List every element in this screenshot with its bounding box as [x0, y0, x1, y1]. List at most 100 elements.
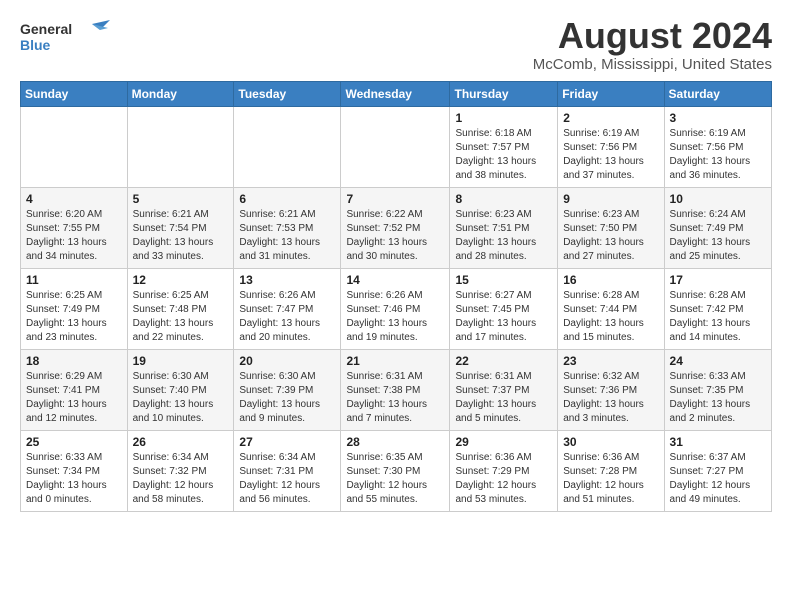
calendar-cell: 22 Sunrise: 6:31 AM Sunset: 7:37 PM Dayli… — [450, 349, 558, 430]
calendar-cell: 2 Sunrise: 6:19 AM Sunset: 7:56 PM Daylig… — [558, 106, 664, 187]
calendar-cell: 3Sunrise: 6:19 AM Sunset: 7:56 PM Daylig… — [664, 106, 771, 187]
calendar-cell: 29 Sunrise: 6:36 AM Sunset: 7:29 PM Dayli… — [450, 430, 558, 511]
calendar-week-row: 25Sunrise: 6:33 AM Sunset: 7:34 PM Dayli… — [21, 430, 772, 511]
day-number: 1 — [455, 111, 552, 125]
day-info: Sunrise: 6:34 AM Sunset: 7:31 PM Dayligh… — [239, 451, 335, 507]
calendar-cell: 31 Sunrise: 6:37 AM Sunset: 7:27 PM Dayli… — [664, 430, 771, 511]
day-info: Sunrise: 6:33 AM Sunset: 7:34 PM Dayligh… — [26, 451, 122, 507]
svg-text:Blue: Blue — [20, 37, 51, 53]
weekday-header: Monday — [127, 81, 234, 106]
day-number: 29 — [455, 435, 552, 449]
calendar-week-row: 18Sunrise: 6:29 AM Sunset: 7:41 PM Dayli… — [21, 349, 772, 430]
weekday-header: Thursday — [450, 81, 558, 106]
day-info: Sunrise: 6:18 AM Sunset: 7:57 PM Dayligh… — [455, 127, 552, 183]
calendar-cell — [234, 106, 341, 187]
calendar-cell: 24Sunrise: 6:33 AM Sunset: 7:35 PM Dayli… — [664, 349, 771, 430]
day-info: Sunrise: 6:23 AM Sunset: 7:50 PM Dayligh… — [563, 208, 658, 264]
calendar-cell: 18Sunrise: 6:29 AM Sunset: 7:41 PM Dayli… — [21, 349, 128, 430]
day-info: Sunrise: 6:28 AM Sunset: 7:42 PM Dayligh… — [670, 289, 766, 345]
calendar-cell: 23 Sunrise: 6:32 AM Sunset: 7:36 PM Dayli… — [558, 349, 664, 430]
svg-text:General: General — [20, 21, 72, 37]
weekday-header: Tuesday — [234, 81, 341, 106]
day-info: Sunrise: 6:35 AM Sunset: 7:30 PM Dayligh… — [346, 451, 444, 507]
calendar-cell: 26Sunrise: 6:34 AM Sunset: 7:32 PM Dayli… — [127, 430, 234, 511]
calendar-week-row: 4Sunrise: 6:20 AM Sunset: 7:55 PM Daylig… — [21, 187, 772, 268]
day-info: Sunrise: 6:22 AM Sunset: 7:52 PM Dayligh… — [346, 208, 444, 264]
calendar-cell: 28 Sunrise: 6:35 AM Sunset: 7:30 PM Dayli… — [341, 430, 450, 511]
day-number: 11 — [26, 273, 122, 287]
calendar-cell: 30 Sunrise: 6:36 AM Sunset: 7:28 PM Dayli… — [558, 430, 664, 511]
calendar-cell: 6Sunrise: 6:21 AM Sunset: 7:53 PM Daylig… — [234, 187, 341, 268]
day-number: 13 — [239, 273, 335, 287]
day-number: 28 — [346, 435, 444, 449]
day-number: 19 — [133, 354, 229, 368]
weekday-header: Sunday — [21, 81, 128, 106]
calendar-title: August 2024 — [533, 16, 772, 56]
day-info: Sunrise: 6:21 AM Sunset: 7:54 PM Dayligh… — [133, 208, 229, 264]
day-info: Sunrise: 6:24 AM Sunset: 7:49 PM Dayligh… — [670, 208, 766, 264]
day-number: 7 — [346, 192, 444, 206]
day-info: Sunrise: 6:19 AM Sunset: 7:56 PM Dayligh… — [563, 127, 658, 183]
day-info: Sunrise: 6:20 AM Sunset: 7:55 PM Dayligh… — [26, 208, 122, 264]
day-number: 12 — [133, 273, 229, 287]
day-info: Sunrise: 6:34 AM Sunset: 7:32 PM Dayligh… — [133, 451, 229, 507]
day-number: 22 — [455, 354, 552, 368]
calendar-week-row: 1 Sunrise: 6:18 AM Sunset: 7:57 PM Daylig… — [21, 106, 772, 187]
calendar-cell: 10 Sunrise: 6:24 AM Sunset: 7:49 PM Dayli… — [664, 187, 771, 268]
calendar-cell: 14Sunrise: 6:26 AM Sunset: 7:46 PM Dayli… — [341, 268, 450, 349]
day-number: 2 — [563, 111, 658, 125]
logo-icon: General Blue — [20, 16, 110, 56]
calendar-cell: 13Sunrise: 6:26 AM Sunset: 7:47 PM Dayli… — [234, 268, 341, 349]
calendar-cell: 9 Sunrise: 6:23 AM Sunset: 7:50 PM Daylig… — [558, 187, 664, 268]
calendar-cell: 25Sunrise: 6:33 AM Sunset: 7:34 PM Dayli… — [21, 430, 128, 511]
day-number: 30 — [563, 435, 658, 449]
day-info: Sunrise: 6:33 AM Sunset: 7:35 PM Dayligh… — [670, 370, 766, 426]
day-info: Sunrise: 6:36 AM Sunset: 7:29 PM Dayligh… — [455, 451, 552, 507]
calendar-cell — [341, 106, 450, 187]
logo: General Blue — [20, 16, 110, 56]
calendar-cell: 11Sunrise: 6:25 AM Sunset: 7:49 PM Dayli… — [21, 268, 128, 349]
calendar-cell: 5 Sunrise: 6:21 AM Sunset: 7:54 PM Daylig… — [127, 187, 234, 268]
day-number: 31 — [670, 435, 766, 449]
day-number: 8 — [455, 192, 552, 206]
day-info: Sunrise: 6:32 AM Sunset: 7:36 PM Dayligh… — [563, 370, 658, 426]
day-number: 16 — [563, 273, 658, 287]
calendar-cell — [127, 106, 234, 187]
day-info: Sunrise: 6:36 AM Sunset: 7:28 PM Dayligh… — [563, 451, 658, 507]
weekday-header-row: SundayMondayTuesdayWednesdayThursdayFrid… — [21, 81, 772, 106]
day-number: 20 — [239, 354, 335, 368]
day-number: 17 — [670, 273, 766, 287]
day-number: 9 — [563, 192, 658, 206]
day-info: Sunrise: 6:31 AM Sunset: 7:37 PM Dayligh… — [455, 370, 552, 426]
calendar-cell: 12 Sunrise: 6:25 AM Sunset: 7:48 PM Dayli… — [127, 268, 234, 349]
page-header: General Blue August 2024 McComb, Mississ… — [20, 16, 772, 73]
day-info: Sunrise: 6:19 AM Sunset: 7:56 PM Dayligh… — [670, 127, 766, 183]
day-info: Sunrise: 6:37 AM Sunset: 7:27 PM Dayligh… — [670, 451, 766, 507]
calendar-cell: 20Sunrise: 6:30 AM Sunset: 7:39 PM Dayli… — [234, 349, 341, 430]
day-number: 10 — [670, 192, 766, 206]
day-number: 6 — [239, 192, 335, 206]
calendar-cell: 17 Sunrise: 6:28 AM Sunset: 7:42 PM Dayli… — [664, 268, 771, 349]
weekday-header: Saturday — [664, 81, 771, 106]
calendar-cell: 7 Sunrise: 6:22 AM Sunset: 7:52 PM Daylig… — [341, 187, 450, 268]
day-info: Sunrise: 6:28 AM Sunset: 7:44 PM Dayligh… — [563, 289, 658, 345]
day-info: Sunrise: 6:23 AM Sunset: 7:51 PM Dayligh… — [455, 208, 552, 264]
calendar-cell: 27 Sunrise: 6:34 AM Sunset: 7:31 PM Dayli… — [234, 430, 341, 511]
calendar-cell: 15Sunrise: 6:27 AM Sunset: 7:45 PM Dayli… — [450, 268, 558, 349]
day-info: Sunrise: 6:30 AM Sunset: 7:40 PM Dayligh… — [133, 370, 229, 426]
day-number: 23 — [563, 354, 658, 368]
calendar-cell: 21Sunrise: 6:31 AM Sunset: 7:38 PM Dayli… — [341, 349, 450, 430]
day-info: Sunrise: 6:26 AM Sunset: 7:46 PM Dayligh… — [346, 289, 444, 345]
calendar-cell: 1 Sunrise: 6:18 AM Sunset: 7:57 PM Daylig… — [450, 106, 558, 187]
day-info: Sunrise: 6:31 AM Sunset: 7:38 PM Dayligh… — [346, 370, 444, 426]
calendar-title-area: August 2024 McComb, Mississippi, United … — [533, 16, 772, 73]
calendar-cell: 4Sunrise: 6:20 AM Sunset: 7:55 PM Daylig… — [21, 187, 128, 268]
weekday-header: Wednesday — [341, 81, 450, 106]
calendar-cell — [21, 106, 128, 187]
day-info: Sunrise: 6:25 AM Sunset: 7:48 PM Dayligh… — [133, 289, 229, 345]
day-number: 5 — [133, 192, 229, 206]
day-info: Sunrise: 6:27 AM Sunset: 7:45 PM Dayligh… — [455, 289, 552, 345]
day-info: Sunrise: 6:29 AM Sunset: 7:41 PM Dayligh… — [26, 370, 122, 426]
calendar-subtitle: McComb, Mississippi, United States — [533, 56, 772, 73]
day-number: 27 — [239, 435, 335, 449]
